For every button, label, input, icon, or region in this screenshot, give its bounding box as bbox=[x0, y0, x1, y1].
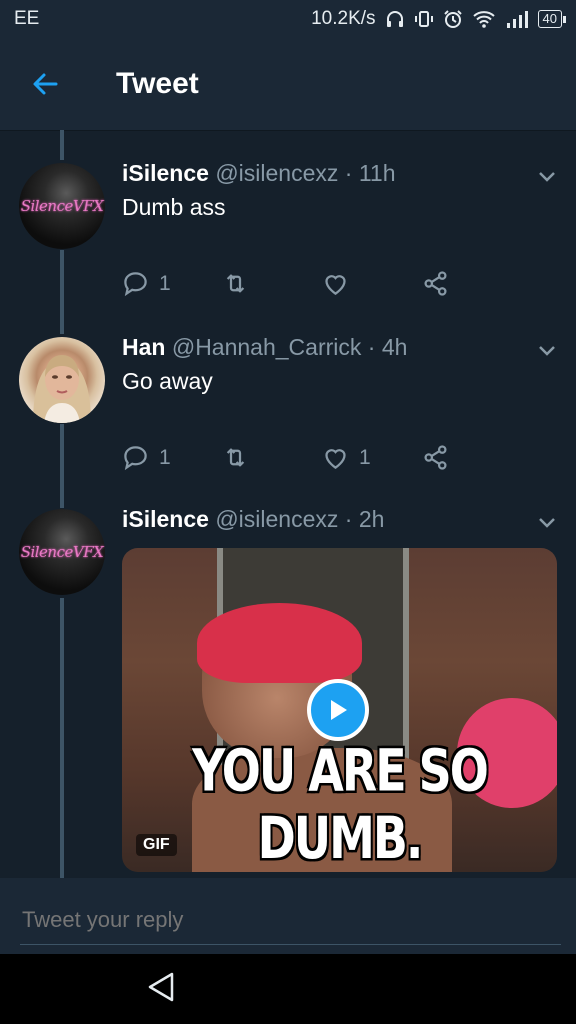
author-handle[interactable]: @Hannah_Carrick bbox=[172, 334, 362, 360]
headphones-icon bbox=[386, 11, 403, 27]
arrow-left-icon bbox=[33, 73, 58, 95]
reply-bar bbox=[0, 878, 576, 954]
chevron-down-icon[interactable] bbox=[536, 166, 558, 188]
gif-badge: GIF bbox=[136, 834, 177, 856]
thread-line bbox=[60, 598, 64, 878]
triangle-back-icon bbox=[148, 972, 174, 1001]
alarm-icon bbox=[443, 10, 462, 28]
author-name[interactable]: iSilence bbox=[122, 506, 209, 532]
avatar-logo-text: SilenceVFX bbox=[20, 543, 104, 561]
tweet-actions: 1 bbox=[122, 270, 522, 297]
play-button[interactable] bbox=[307, 679, 369, 741]
reply-input[interactable] bbox=[20, 896, 561, 945]
thread-line bbox=[60, 424, 64, 508]
avatar[interactable]: SilenceVFX bbox=[19, 163, 105, 249]
like-count: 1 bbox=[359, 445, 371, 469]
avatar-photo bbox=[33, 355, 91, 423]
tweet-time: · 11h bbox=[344, 160, 396, 186]
reply-icon bbox=[124, 446, 147, 471]
vibrate-icon bbox=[414, 11, 433, 27]
tweet-header: Han @Hannah_Carrick · 4h bbox=[122, 334, 407, 361]
carrier-label: EE bbox=[14, 8, 40, 29]
retweet-button[interactable] bbox=[222, 270, 322, 297]
retweet-button[interactable] bbox=[222, 444, 322, 471]
tweet-header: iSilence @isilencexz · 11h bbox=[122, 160, 396, 187]
header: Tweet bbox=[0, 38, 576, 131]
share-button[interactable] bbox=[422, 444, 522, 471]
heart-icon bbox=[325, 275, 346, 295]
tweet-time: · 4h bbox=[367, 334, 408, 360]
author-name[interactable]: iSilence bbox=[122, 160, 209, 186]
wifi-icon bbox=[472, 11, 495, 28]
avatar[interactable] bbox=[19, 337, 105, 423]
signal-icon bbox=[506, 11, 528, 28]
share-icon bbox=[424, 445, 447, 470]
retweet-icon bbox=[226, 448, 245, 467]
reply-count: 1 bbox=[159, 445, 171, 469]
avatar-logo-text: SilenceVFX bbox=[20, 197, 104, 215]
tweet-time: · 2h bbox=[344, 506, 385, 532]
nav-back-button[interactable] bbox=[146, 971, 176, 1008]
gif-caption: YOU ARE SO DUMB. bbox=[192, 736, 489, 872]
status-bar: EE 10.2K/s 40 bbox=[0, 0, 576, 38]
thread-line bbox=[60, 130, 64, 160]
author-handle[interactable]: @isilencexz bbox=[215, 506, 338, 532]
retweet-icon bbox=[226, 274, 245, 293]
play-icon bbox=[331, 700, 347, 720]
author-handle[interactable]: @isilencexz bbox=[215, 160, 338, 186]
like-button[interactable]: 1 bbox=[322, 444, 422, 471]
back-button[interactable] bbox=[0, 38, 90, 130]
battery-icon: 40 bbox=[537, 10, 567, 28]
chevron-down-icon[interactable] bbox=[536, 512, 558, 534]
chevron-down-icon[interactable] bbox=[536, 340, 558, 362]
like-button[interactable] bbox=[322, 270, 422, 297]
tweet-actions: 1 1 bbox=[122, 444, 522, 471]
gif-media[interactable]: YOU ARE SO DUMB. GIF bbox=[122, 548, 557, 872]
system-nav-bar bbox=[0, 954, 576, 1024]
reply-button[interactable]: 1 bbox=[122, 444, 222, 471]
tweet-header: iSilence @isilencexz · 2h bbox=[122, 506, 384, 533]
author-name[interactable]: Han bbox=[122, 334, 165, 360]
page-title: Tweet bbox=[116, 67, 199, 100]
status-indicators: 10.2K/s 40 bbox=[311, 8, 567, 30]
share-icon bbox=[424, 271, 447, 296]
reply-count: 1 bbox=[159, 271, 171, 295]
avatar[interactable]: SilenceVFX bbox=[19, 509, 105, 595]
heart-icon bbox=[325, 449, 346, 469]
network-speed: 10.2K/s bbox=[311, 8, 376, 29]
tweet-text: Go away bbox=[122, 368, 213, 394]
reply-icon bbox=[124, 272, 147, 297]
thread-line bbox=[60, 250, 64, 334]
tweet-text: Dumb ass bbox=[122, 194, 226, 220]
reply-button[interactable]: 1 bbox=[122, 270, 222, 297]
share-button[interactable] bbox=[422, 270, 522, 297]
gif-scene-headwrap bbox=[197, 603, 362, 683]
